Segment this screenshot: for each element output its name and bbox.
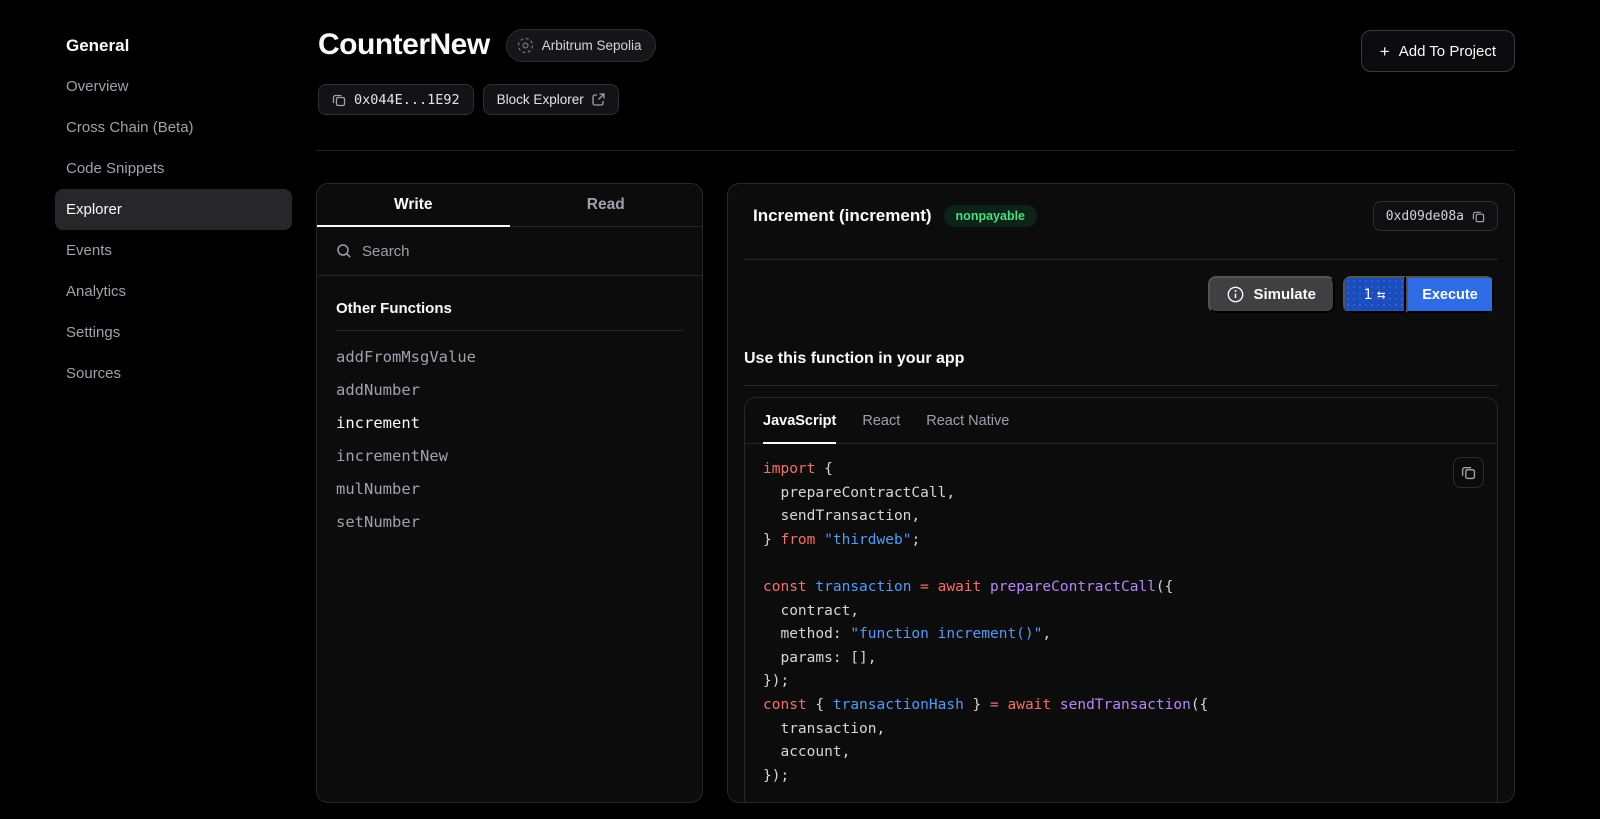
code-line: method: "function increment()", — [763, 623, 1497, 647]
execute-button[interactable]: Execute — [1406, 276, 1494, 313]
sidebar-item-settings[interactable]: Settings — [55, 312, 292, 353]
usage-divider — [744, 385, 1498, 386]
external-link-icon — [592, 93, 605, 106]
execute-label: Execute — [1422, 287, 1478, 303]
copy-icon — [332, 93, 346, 107]
main-content: CounterNew Arbitrum Sepolia 0x044E...1E9… — [316, 0, 1515, 819]
function-item-addnumber[interactable]: addNumber — [317, 373, 702, 406]
code-line: transaction, — [763, 718, 1497, 742]
add-to-project-button[interactable]: + Add To Project — [1361, 30, 1515, 72]
action-row: Simulate 1 ⇆ Execute — [748, 276, 1494, 313]
function-section-title: Other Functions — [336, 300, 683, 317]
code-line: sendTransaction, — [763, 505, 1497, 529]
code-snippet-card: JavaScript React React Native import { pre… — [744, 397, 1498, 803]
sidebar-item-cross-chain-beta[interactable]: Cross Chain (Beta) — [55, 107, 292, 148]
swap-arrows-icon: ⇆ — [1377, 287, 1385, 303]
search-input[interactable] — [362, 243, 683, 260]
function-title: Increment (increment) — [753, 206, 932, 226]
tab-write[interactable]: Write — [317, 184, 510, 226]
sidebar-item-code-snippets[interactable]: Code Snippets — [55, 148, 292, 189]
network-badge[interactable]: Arbitrum Sepolia — [506, 29, 657, 62]
function-selector-button[interactable]: 0xd09de08a — [1373, 201, 1498, 231]
sidebar-item-events[interactable]: Events — [55, 230, 292, 271]
function-section-divider — [336, 330, 683, 331]
sidebar-item-overview[interactable]: Overview — [55, 66, 292, 107]
sidebar-item-analytics[interactable]: Analytics — [55, 271, 292, 312]
function-item-incrementnew[interactable]: incrementNew — [317, 439, 702, 472]
code-line: params: [], — [763, 647, 1497, 671]
code-tab-javascript[interactable]: JavaScript — [763, 398, 836, 443]
code-line: import { — [763, 458, 1497, 482]
function-item-addfrommsgvalue[interactable]: addFromMsgValue — [317, 340, 702, 373]
tab-read[interactable]: Read — [510, 184, 703, 226]
code-line: } from "thirdweb"; — [763, 529, 1497, 553]
block-explorer-label: Block Explorer — [497, 92, 584, 107]
code-line: prepareContractCall, — [763, 482, 1497, 506]
code-line: contract, — [763, 600, 1497, 624]
function-detail-panel: Increment (increment) nonpayable 0xd09de… — [727, 183, 1515, 803]
functions-panel: WriteRead Other Functions addFromMsgValu… — [316, 183, 703, 803]
function-item-mulnumber[interactable]: mulNumber — [317, 472, 702, 505]
function-item-setnumber[interactable]: setNumber — [317, 505, 702, 538]
contract-meta-row: 0x044E...1E92 Block Explorer — [318, 84, 619, 115]
contract-address-button[interactable]: 0x044E...1E92 — [318, 84, 474, 115]
sidebar-header: General — [66, 36, 129, 56]
code-tab-react[interactable]: React — [862, 398, 900, 443]
copy-code-button[interactable] — [1453, 457, 1484, 488]
copy-icon — [1461, 465, 1476, 480]
usage-heading: Use this function in your app — [744, 350, 1498, 368]
sidebar-items: OverviewCross Chain (Beta)Code SnippetsE… — [55, 66, 292, 394]
transaction-count-button[interactable]: 1 ⇆ — [1343, 276, 1406, 313]
function-search-row — [317, 227, 702, 276]
detail-divider — [744, 259, 1498, 260]
copy-icon — [1472, 210, 1485, 223]
header-divider — [316, 150, 1515, 151]
mutability-badge: nonpayable — [944, 205, 1037, 227]
sidebar: General OverviewCross Chain (Beta)Code S… — [0, 0, 316, 819]
read-write-tabs: WriteRead — [317, 184, 702, 227]
add-to-project-label: Add To Project — [1399, 43, 1496, 60]
function-detail-header: Increment (increment) nonpayable 0xd09de… — [728, 184, 1514, 248]
network-icon — [517, 37, 534, 54]
info-icon — [1227, 286, 1244, 303]
code-line: }); — [763, 765, 1497, 789]
code-line: }); — [763, 670, 1497, 694]
network-badge-label: Arbitrum Sepolia — [542, 38, 642, 53]
code-tab-react-native[interactable]: React Native — [926, 398, 1009, 443]
simulate-label: Simulate — [1253, 286, 1316, 303]
code-language-tabs: JavaScript React React Native — [745, 398, 1497, 444]
contract-header: CounterNew Arbitrum Sepolia — [318, 28, 656, 62]
sidebar-item-explorer[interactable]: Explorer — [55, 189, 292, 230]
function-selector: 0xd09de08a — [1386, 209, 1464, 224]
function-list: addFromMsgValueaddNumberincrementincreme… — [317, 340, 702, 538]
search-icon — [336, 243, 352, 259]
code-block: import { prepareContractCall, sendTransa… — [745, 444, 1497, 788]
code-line: account, — [763, 741, 1497, 765]
function-item-increment[interactable]: increment — [317, 406, 702, 439]
contract-address: 0x044E...1E92 — [354, 92, 460, 108]
sidebar-item-sources[interactable]: Sources — [55, 353, 292, 394]
execute-button-group: 1 ⇆ Execute — [1343, 276, 1494, 313]
transaction-count: 1 — [1364, 287, 1372, 303]
code-line: const { transactionHash } = await sendTr… — [763, 694, 1497, 718]
page-title: CounterNew — [318, 28, 490, 62]
simulate-button[interactable]: Simulate — [1208, 276, 1335, 313]
code-line — [763, 552, 1497, 576]
block-explorer-button[interactable]: Block Explorer — [483, 84, 619, 115]
plus-icon: + — [1380, 43, 1390, 60]
code-line: const transaction = await prepareContrac… — [763, 576, 1497, 600]
